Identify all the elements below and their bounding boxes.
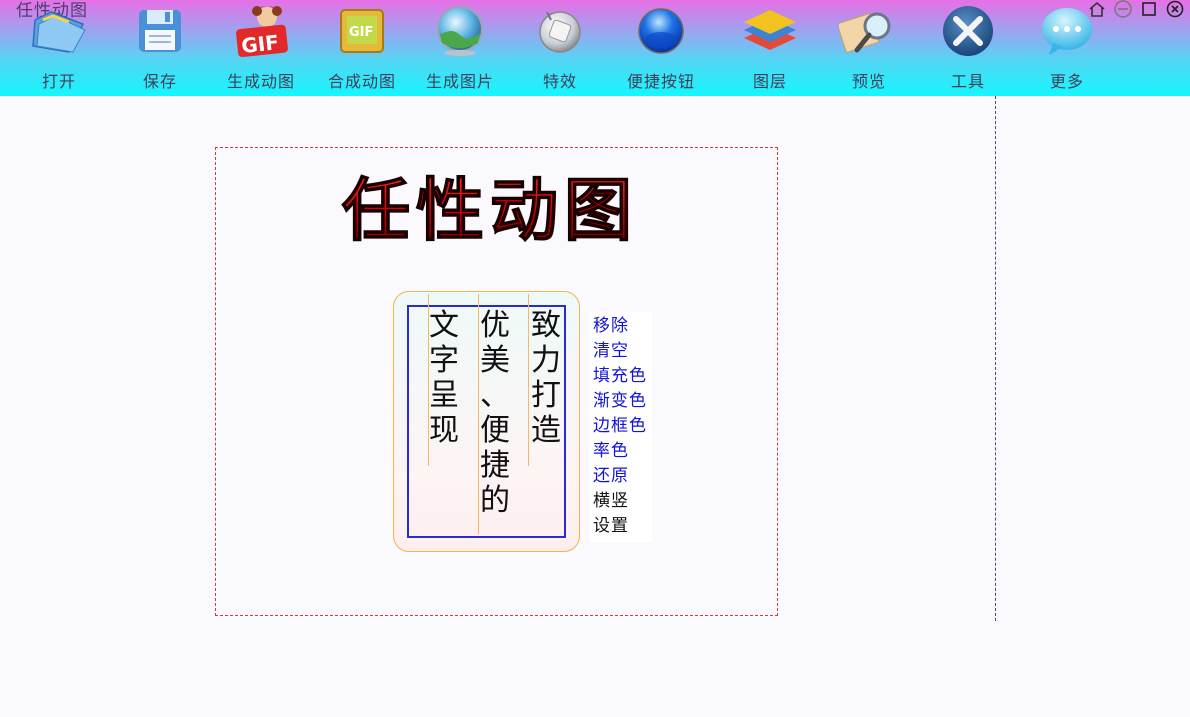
magnifier-icon xyxy=(837,0,901,62)
maximize-button[interactable] xyxy=(1139,0,1159,18)
close-icon xyxy=(1166,0,1184,18)
context-menu: 移除 清空 填充色 渐变色 边框色 率色 还原 横竖 设置 xyxy=(589,312,652,542)
poem-column-2: 优美、便捷的 xyxy=(480,308,510,518)
compose-gif-button[interactable]: GIF 合成动图 xyxy=(323,0,401,96)
menu-item-settings[interactable]: 设置 xyxy=(589,514,652,539)
toolbar-label: 生成图片 xyxy=(425,72,494,91)
landscape-ball-icon xyxy=(428,0,492,62)
minimize-icon xyxy=(1114,0,1132,18)
preview-button[interactable]: 预览 xyxy=(837,0,901,96)
menu-item-orientation[interactable]: 横竖 xyxy=(589,489,652,514)
effects-icon xyxy=(528,0,592,62)
vertical-text-box[interactable]: 致力打造 优美、便捷的 文字呈现 xyxy=(393,291,580,552)
minimize-button[interactable] xyxy=(1113,0,1133,18)
poem-column-1: 致力打造 xyxy=(531,308,561,448)
toolbar-label: 工具 xyxy=(950,72,985,91)
column-guide xyxy=(528,294,529,466)
layers-button[interactable]: 图层 xyxy=(738,0,802,96)
menu-item-border-color[interactable]: 边框色 xyxy=(589,414,652,439)
canvas-boundary-line xyxy=(995,96,996,621)
logo-text: 任性动图 xyxy=(342,171,638,250)
menu-item-clear[interactable]: 清空 xyxy=(589,339,652,364)
gif-frame-icon: GIF xyxy=(330,0,394,62)
toolbar-label: 打开 xyxy=(41,72,76,91)
svg-text:GIF: GIF xyxy=(240,30,280,58)
menu-item-fill-color[interactable]: 填充色 xyxy=(589,364,652,389)
design-canvas[interactable]: 任性动图 致力打造 优美、便捷的 文字呈现 xyxy=(215,147,778,616)
generate-gif-button[interactable]: GIF 生成动图 xyxy=(222,0,300,96)
maximize-icon xyxy=(1142,2,1156,16)
open-button[interactable]: 打开 xyxy=(27,0,91,96)
toolbar-label: 预览 xyxy=(851,72,886,91)
layers-icon xyxy=(738,0,802,62)
floppy-disk-icon xyxy=(128,0,192,62)
toolbar-label: 生成动图 xyxy=(226,72,295,91)
menu-item-restore[interactable]: 还原 xyxy=(589,464,652,489)
close-button[interactable] xyxy=(1165,0,1185,18)
toolbar-label: 保存 xyxy=(142,72,177,91)
gif-girl-icon: GIF xyxy=(229,0,293,62)
menu-item-remove[interactable]: 移除 xyxy=(589,314,652,339)
toolbar-label: 合成动图 xyxy=(327,72,396,91)
toolbar: 任性动图 打开 保存 GIF 生成动图 GIF 合成动图 生成图片 特效 便捷按… xyxy=(0,0,1190,96)
tools-button[interactable]: 工具 xyxy=(936,0,1000,96)
logo-artwork[interactable]: 任性动图 xyxy=(340,168,670,254)
toolbar-label: 特效 xyxy=(542,72,577,91)
quick-buttons-button[interactable]: 便捷按钮 xyxy=(622,0,700,96)
tools-icon xyxy=(936,0,1000,62)
toolbar-label: 图层 xyxy=(752,72,787,91)
menu-item-rate-color[interactable]: 率色 xyxy=(589,439,652,464)
menu-item-gradient-color[interactable]: 渐变色 xyxy=(589,389,652,414)
effects-button[interactable]: 特效 xyxy=(528,0,592,96)
blue-button-icon xyxy=(629,0,693,62)
svg-text:GIF: GIF xyxy=(349,25,373,40)
folder-icon xyxy=(27,0,91,62)
save-button[interactable]: 保存 xyxy=(128,0,192,96)
poem-column-3: 文字呈现 xyxy=(429,308,459,448)
toolbar-label: 更多 xyxy=(1049,72,1084,91)
column-guide xyxy=(478,294,479,534)
home-button[interactable] xyxy=(1087,0,1107,18)
home-icon xyxy=(1089,1,1105,17)
toolbar-label: 便捷按钮 xyxy=(626,72,695,91)
generate-image-button[interactable]: 生成图片 xyxy=(424,0,496,96)
